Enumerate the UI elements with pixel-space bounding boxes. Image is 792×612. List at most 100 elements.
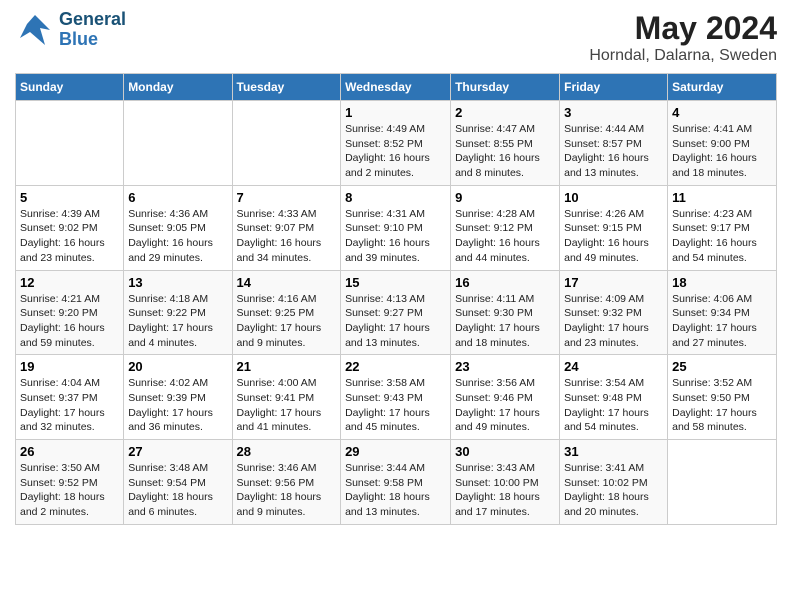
- day-number: 10: [564, 190, 663, 205]
- day-info: Sunrise: 4:11 AMSunset: 9:30 PMDaylight:…: [455, 292, 555, 351]
- day-info: Sunrise: 3:44 AMSunset: 9:58 PMDaylight:…: [345, 461, 446, 520]
- day-number: 30: [455, 444, 555, 459]
- day-number: 6: [128, 190, 227, 205]
- day-info: Sunrise: 4:41 AMSunset: 9:00 PMDaylight:…: [672, 122, 772, 181]
- calendar-cell: 16Sunrise: 4:11 AMSunset: 9:30 PMDayligh…: [451, 270, 560, 355]
- day-info: Sunrise: 3:54 AMSunset: 9:48 PMDaylight:…: [564, 376, 663, 435]
- main-title: May 2024: [589, 10, 777, 47]
- calendar-header: SundayMondayTuesdayWednesdayThursdayFrid…: [16, 74, 777, 101]
- week-row-4: 19Sunrise: 4:04 AMSunset: 9:37 PMDayligh…: [16, 355, 777, 440]
- calendar-cell: [232, 101, 341, 186]
- header-row: SundayMondayTuesdayWednesdayThursdayFrid…: [16, 74, 777, 101]
- day-number: 29: [345, 444, 446, 459]
- calendar-cell: 27 Sunrise: 3:48 AMSunset: 9:54 PMDayligh…: [124, 440, 232, 525]
- calendar-cell: 15Sunrise: 4:13 AMSunset: 9:27 PMDayligh…: [341, 270, 451, 355]
- calendar-cell: 3 Sunrise: 4:44 AMSunset: 8:57 PMDaylight…: [560, 101, 668, 186]
- calendar-cell: [668, 440, 777, 525]
- calendar-cell: 28Sunrise: 3:46 AMSunset: 9:56 PMDayligh…: [232, 440, 341, 525]
- week-row-1: 1 Sunrise: 4:49 AMSunset: 8:52 PMDaylight…: [16, 101, 777, 186]
- day-number: 3: [564, 105, 663, 120]
- day-info: Sunrise: 4:36 AMSunset: 9:05 PMDaylight:…: [128, 207, 227, 266]
- header-friday: Friday: [560, 74, 668, 101]
- calendar-cell: 9Sunrise: 4:28 AMSunset: 9:12 PMDaylight…: [451, 185, 560, 270]
- day-number: 7: [237, 190, 337, 205]
- calendar-cell: 31 Sunrise: 3:41 AMSunset: 10:02 PMDaylig…: [560, 440, 668, 525]
- day-number: 4: [672, 105, 772, 120]
- calendar-cell: 21 Sunrise: 4:00 AMSunset: 9:41 PMDayligh…: [232, 355, 341, 440]
- day-info: Sunrise: 4:00 AMSunset: 9:41 PMDaylight:…: [237, 376, 337, 435]
- calendar-cell: 30 Sunrise: 3:43 AMSunset: 10:00 PMDaylig…: [451, 440, 560, 525]
- calendar-cell: 10 Sunrise: 4:26 AMSunset: 9:15 PMDayligh…: [560, 185, 668, 270]
- day-info: Sunrise: 4:26 AMSunset: 9:15 PMDaylight:…: [564, 207, 663, 266]
- calendar-cell: 26Sunrise: 3:50 AMSunset: 9:52 PMDayligh…: [16, 440, 124, 525]
- day-info: Sunrise: 4:44 AMSunset: 8:57 PMDaylight:…: [564, 122, 663, 181]
- day-info: Sunrise: 4:02 AMSunset: 9:39 PMDaylight:…: [128, 376, 227, 435]
- calendar-cell: 17 Sunrise: 4:09 AMSunset: 9:32 PMDayligh…: [560, 270, 668, 355]
- header-monday: Monday: [124, 74, 232, 101]
- header-tuesday: Tuesday: [232, 74, 341, 101]
- day-number: 27: [128, 444, 227, 459]
- day-info: Sunrise: 4:16 AMSunset: 9:25 PMDaylight:…: [237, 292, 337, 351]
- calendar-cell: 19Sunrise: 4:04 AMSunset: 9:37 PMDayligh…: [16, 355, 124, 440]
- logo: General Blue: [15, 10, 126, 50]
- day-number: 20: [128, 359, 227, 374]
- day-number: 1: [345, 105, 446, 120]
- calendar-cell: 6 Sunrise: 4:36 AMSunset: 9:05 PMDaylight…: [124, 185, 232, 270]
- day-info: Sunrise: 4:47 AMSunset: 8:55 PMDaylight:…: [455, 122, 555, 181]
- calendar-cell: 18Sunrise: 4:06 AMSunset: 9:34 PMDayligh…: [668, 270, 777, 355]
- day-info: Sunrise: 4:09 AMSunset: 9:32 PMDaylight:…: [564, 292, 663, 351]
- day-info: Sunrise: 3:41 AMSunset: 10:02 PMDaylight…: [564, 461, 663, 520]
- day-info: Sunrise: 4:39 AMSunset: 9:02 PMDaylight:…: [20, 207, 119, 266]
- day-info: Sunrise: 4:33 AMSunset: 9:07 PMDaylight:…: [237, 207, 337, 266]
- calendar-cell: 7 Sunrise: 4:33 AMSunset: 9:07 PMDaylight…: [232, 185, 341, 270]
- day-number: 24: [564, 359, 663, 374]
- day-info: Sunrise: 4:49 AMSunset: 8:52 PMDaylight:…: [345, 122, 446, 181]
- day-number: 25: [672, 359, 772, 374]
- calendar-cell: 8 Sunrise: 4:31 AMSunset: 9:10 PMDaylight…: [341, 185, 451, 270]
- calendar-cell: 22Sunrise: 3:58 AMSunset: 9:43 PMDayligh…: [341, 355, 451, 440]
- page-header: General Blue May 2024 Horndal, Dalarna, …: [15, 10, 777, 65]
- calendar-cell: 13 Sunrise: 4:18 AMSunset: 9:22 PMDayligh…: [124, 270, 232, 355]
- subtitle: Horndal, Dalarna, Sweden: [589, 47, 777, 65]
- logo-text-block: General Blue: [59, 10, 126, 50]
- day-number: 11: [672, 190, 772, 205]
- calendar-cell: 2 Sunrise: 4:47 AMSunset: 8:55 PMDaylight…: [451, 101, 560, 186]
- day-number: 13: [128, 275, 227, 290]
- day-info: Sunrise: 3:48 AMSunset: 9:54 PMDaylight:…: [128, 461, 227, 520]
- calendar-cell: 23 Sunrise: 3:56 AMSunset: 9:46 PMDayligh…: [451, 355, 560, 440]
- calendar-cell: [16, 101, 124, 186]
- day-number: 14: [237, 275, 337, 290]
- calendar-cell: 11Sunrise: 4:23 AMSunset: 9:17 PMDayligh…: [668, 185, 777, 270]
- day-number: 5: [20, 190, 119, 205]
- week-row-5: 26Sunrise: 3:50 AMSunset: 9:52 PMDayligh…: [16, 440, 777, 525]
- calendar-cell: [124, 101, 232, 186]
- day-info: Sunrise: 4:06 AMSunset: 9:34 PMDaylight:…: [672, 292, 772, 351]
- calendar-cell: 12Sunrise: 4:21 AMSunset: 9:20 PMDayligh…: [16, 270, 124, 355]
- day-info: Sunrise: 4:21 AMSunset: 9:20 PMDaylight:…: [20, 292, 119, 351]
- day-info: Sunrise: 3:50 AMSunset: 9:52 PMDaylight:…: [20, 461, 119, 520]
- day-info: Sunrise: 4:31 AMSunset: 9:10 PMDaylight:…: [345, 207, 446, 266]
- day-info: Sunrise: 4:28 AMSunset: 9:12 PMDaylight:…: [455, 207, 555, 266]
- day-number: 31: [564, 444, 663, 459]
- header-wednesday: Wednesday: [341, 74, 451, 101]
- day-number: 23: [455, 359, 555, 374]
- calendar-cell: 24 Sunrise: 3:54 AMSunset: 9:48 PMDayligh…: [560, 355, 668, 440]
- day-info: Sunrise: 3:56 AMSunset: 9:46 PMDaylight:…: [455, 376, 555, 435]
- calendar-cell: 29 Sunrise: 3:44 AMSunset: 9:58 PMDayligh…: [341, 440, 451, 525]
- day-info: Sunrise: 3:43 AMSunset: 10:00 PMDaylight…: [455, 461, 555, 520]
- header-saturday: Saturday: [668, 74, 777, 101]
- day-number: 2: [455, 105, 555, 120]
- day-info: Sunrise: 3:46 AMSunset: 9:56 PMDaylight:…: [237, 461, 337, 520]
- day-number: 17: [564, 275, 663, 290]
- calendar-cell: 25 Sunrise: 3:52 AMSunset: 9:50 PMDayligh…: [668, 355, 777, 440]
- day-number: 8: [345, 190, 446, 205]
- calendar-cell: 5 Sunrise: 4:39 AMSunset: 9:02 PMDaylight…: [16, 185, 124, 270]
- day-number: 19: [20, 359, 119, 374]
- day-number: 21: [237, 359, 337, 374]
- day-info: Sunrise: 4:18 AMSunset: 9:22 PMDaylight:…: [128, 292, 227, 351]
- calendar-cell: 4 Sunrise: 4:41 AMSunset: 9:00 PMDaylight…: [668, 101, 777, 186]
- week-row-2: 5 Sunrise: 4:39 AMSunset: 9:02 PMDaylight…: [16, 185, 777, 270]
- day-info: Sunrise: 3:52 AMSunset: 9:50 PMDaylight:…: [672, 376, 772, 435]
- logo-icon: [15, 10, 55, 50]
- calendar-cell: 14 Sunrise: 4:16 AMSunset: 9:25 PMDayligh…: [232, 270, 341, 355]
